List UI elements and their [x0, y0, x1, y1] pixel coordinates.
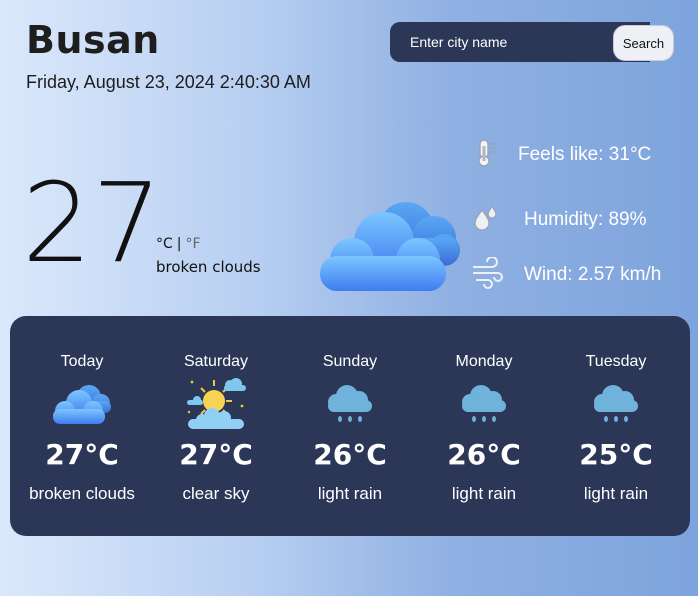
forecast-desc: broken clouds	[29, 484, 135, 503]
forecast-desc: light rain	[583, 484, 649, 503]
forecast-day-name: Monday	[455, 353, 513, 370]
forecast-desc: light rain	[451, 484, 517, 503]
forecast-desc: light rain	[317, 484, 383, 503]
search-bar: Search	[390, 22, 674, 62]
current-datetime: Friday, August 23, 2024 2:40:30 AM	[26, 72, 311, 92]
thermometer-icon	[472, 138, 500, 172]
humidity-row: Humidity: 89%	[472, 204, 647, 236]
forecast-temp: 26°C	[313, 438, 387, 471]
humidity-icon	[472, 204, 500, 236]
city-name: Busan	[26, 18, 160, 62]
feels-like-label: Feels like: 31°C	[518, 144, 652, 165]
current-temperature: 27	[22, 159, 162, 287]
rain-cloud-icon	[280, 374, 420, 434]
forecast-temp: 27°C	[179, 438, 253, 471]
wind-label: Wind: 2.57 km/h	[524, 264, 662, 285]
wind-row: Wind: 2.57 km/h	[470, 256, 662, 293]
wind-icon	[470, 256, 504, 293]
forecast-day-name: Sunday	[322, 353, 378, 370]
forecast-day-name: Today	[60, 353, 104, 370]
current-description: broken clouds	[156, 258, 261, 276]
forecast-desc: clear sky	[182, 484, 250, 503]
cloud-icon	[318, 198, 464, 298]
forecast-day-name: Saturday	[183, 353, 249, 370]
forecast-temp: 26°C	[447, 438, 521, 471]
rain-cloud-icon	[546, 374, 686, 434]
humidity-label: Humidity: 89%	[524, 209, 647, 230]
forecast-day-name: Tuesday	[585, 353, 647, 370]
unit-separator: |	[176, 236, 182, 252]
city-search-input[interactable]	[390, 22, 640, 62]
cloud-icon	[12, 374, 152, 434]
feels-like-row: Feels like: 31°C	[472, 138, 651, 172]
forecast-temp: 25°C	[579, 438, 653, 471]
unit-toggle: °C | °F	[156, 236, 201, 252]
celsius-unit[interactable]: °C	[156, 236, 173, 252]
rain-cloud-icon	[414, 374, 554, 434]
sun-cloud-icon	[146, 374, 286, 434]
search-button[interactable]: Search	[613, 25, 674, 61]
fahrenheit-unit[interactable]: °F	[186, 236, 201, 252]
forecast-panel: Today 27°C broken clouds Saturday 27°C c…	[10, 316, 690, 536]
forecast-temp: 27°C	[45, 438, 119, 471]
